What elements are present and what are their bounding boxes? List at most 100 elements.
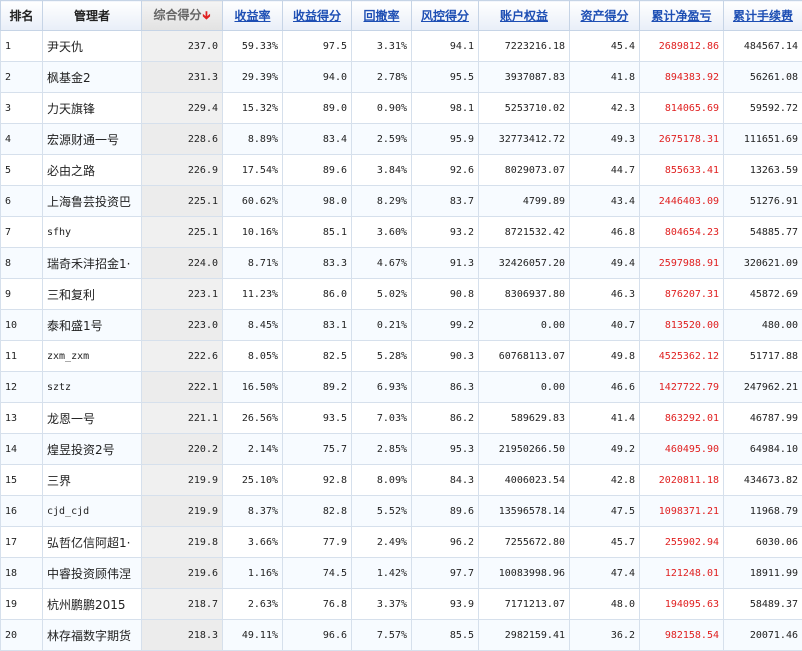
cell-rank: 11 (1, 341, 43, 372)
cell-rank: 20 (1, 620, 43, 651)
cell-fees: 6030.06 (724, 527, 802, 558)
cell-composite-score: 219.6 (142, 558, 223, 589)
col-header-manager: 管理者 (43, 1, 142, 31)
table-row: 7sfhy225.110.16%85.13.60%93.28721532.424… (1, 217, 802, 248)
col-header-return-score[interactable]: 收益得分 (283, 1, 352, 31)
cell-drawdown: 3.31% (352, 31, 412, 62)
cell-net-profit: 2689812.86 (640, 31, 724, 62)
table-row: 6上海鲁芸投资巴225.160.62%98.08.29%83.74799.894… (1, 186, 802, 217)
cell-rank: 7 (1, 217, 43, 248)
cell-manager-name: 弘哲亿信阿超1· (43, 527, 142, 558)
cell-return-score: 83.4 (283, 124, 352, 155)
cell-composite-score: 223.1 (142, 279, 223, 310)
table-row: 1尹天仇237.059.33%97.53.31%94.17223216.1845… (1, 31, 802, 62)
cell-risk-score: 91.3 (412, 248, 479, 279)
cell-return-rate: 8.45% (223, 310, 283, 341)
cell-return-rate: 60.62% (223, 186, 283, 217)
cell-net-profit: 121248.01 (640, 558, 724, 589)
cell-asset-score: 41.8 (570, 62, 640, 93)
cell-net-profit: 855633.41 (640, 155, 724, 186)
cell-drawdown: 5.28% (352, 341, 412, 372)
cell-return-score: 96.6 (283, 620, 352, 651)
cell-asset-score: 44.7 (570, 155, 640, 186)
col-header-net-profit[interactable]: 累计净盈亏 (640, 1, 724, 31)
cell-drawdown: 6.93% (352, 372, 412, 403)
cell-risk-score: 86.2 (412, 403, 479, 434)
cell-composite-score: 223.0 (142, 310, 223, 341)
cell-composite-score: 226.9 (142, 155, 223, 186)
cell-risk-score: 95.9 (412, 124, 479, 155)
cell-risk-score: 95.3 (412, 434, 479, 465)
cell-asset-score: 42.8 (570, 465, 640, 496)
cell-asset-score: 47.5 (570, 496, 640, 527)
cell-manager-name: 泰和盛1号 (43, 310, 142, 341)
cell-fees: 51717.88 (724, 341, 802, 372)
cell-equity: 8029073.07 (479, 155, 570, 186)
cell-composite-score: 219.8 (142, 527, 223, 558)
cell-equity: 7171213.07 (479, 589, 570, 620)
col-header-composite-score[interactable]: 综合得分🡳 (142, 1, 223, 31)
cell-return-rate: 29.39% (223, 62, 283, 93)
cell-manager-name: 宏源财通一号 (43, 124, 142, 155)
cell-rank: 8 (1, 248, 43, 279)
cell-rank: 1 (1, 31, 43, 62)
col-header-return-rate[interactable]: 收益率 (223, 1, 283, 31)
cell-composite-score: 218.3 (142, 620, 223, 651)
cell-net-profit: 4525362.12 (640, 341, 724, 372)
cell-risk-score: 86.3 (412, 372, 479, 403)
cell-return-score: 82.8 (283, 496, 352, 527)
cell-equity: 2982159.41 (479, 620, 570, 651)
cell-drawdown: 7.57% (352, 620, 412, 651)
cell-rank: 5 (1, 155, 43, 186)
cell-equity: 32773412.72 (479, 124, 570, 155)
cell-net-profit: 982158.54 (640, 620, 724, 651)
cell-fees: 18911.99 (724, 558, 802, 589)
col-header-asset-score[interactable]: 资产得分 (570, 1, 640, 31)
cell-equity: 8721532.42 (479, 217, 570, 248)
cell-equity: 13596578.14 (479, 496, 570, 527)
cell-fees: 45872.69 (724, 279, 802, 310)
cell-return-rate: 2.14% (223, 434, 283, 465)
cell-fees: 64984.10 (724, 434, 802, 465)
cell-return-score: 92.8 (283, 465, 352, 496)
cell-drawdown: 5.52% (352, 496, 412, 527)
cell-fees: 20071.46 (724, 620, 802, 651)
col-header-risk-score[interactable]: 风控得分 (412, 1, 479, 31)
cell-risk-score: 92.6 (412, 155, 479, 186)
cell-return-score: 89.6 (283, 155, 352, 186)
cell-risk-score: 84.3 (412, 465, 479, 496)
cell-fees: 54885.77 (724, 217, 802, 248)
cell-return-rate: 26.56% (223, 403, 283, 434)
table-row: 10泰和盛1号223.08.45%83.10.21%99.20.0040.781… (1, 310, 802, 341)
cell-drawdown: 8.09% (352, 465, 412, 496)
cell-net-profit: 813520.00 (640, 310, 724, 341)
col-header-equity[interactable]: 账户权益 (479, 1, 570, 31)
col-header-fees[interactable]: 累计手续费 (724, 1, 802, 31)
cell-return-rate: 16.50% (223, 372, 283, 403)
cell-drawdown: 3.60% (352, 217, 412, 248)
cell-asset-score: 49.2 (570, 434, 640, 465)
cell-equity: 4799.89 (479, 186, 570, 217)
cell-risk-score: 83.7 (412, 186, 479, 217)
cell-manager-name: cjd_cjd (43, 496, 142, 527)
table-row: 14煌昱投资2号220.22.14%75.72.85%95.321950266.… (1, 434, 802, 465)
cell-return-score: 76.8 (283, 589, 352, 620)
table-row: 8瑞奇禾沣招金1·224.08.71%83.34.67%91.332426057… (1, 248, 802, 279)
cell-rank: 6 (1, 186, 43, 217)
cell-drawdown: 2.59% (352, 124, 412, 155)
cell-risk-score: 94.1 (412, 31, 479, 62)
cell-risk-score: 93.9 (412, 589, 479, 620)
cell-composite-score: 225.1 (142, 186, 223, 217)
cell-risk-score: 96.2 (412, 527, 479, 558)
cell-return-rate: 8.89% (223, 124, 283, 155)
cell-composite-score: 221.1 (142, 403, 223, 434)
cell-return-rate: 59.33% (223, 31, 283, 62)
cell-fees: 46787.99 (724, 403, 802, 434)
col-header-drawdown[interactable]: 回撤率 (352, 1, 412, 31)
table-row: 4宏源财通一号228.68.89%83.42.59%95.932773412.7… (1, 124, 802, 155)
cell-manager-name: 三和复利 (43, 279, 142, 310)
cell-return-score: 86.0 (283, 279, 352, 310)
cell-fees: 484567.14 (724, 31, 802, 62)
cell-rank: 12 (1, 372, 43, 403)
cell-rank: 2 (1, 62, 43, 93)
